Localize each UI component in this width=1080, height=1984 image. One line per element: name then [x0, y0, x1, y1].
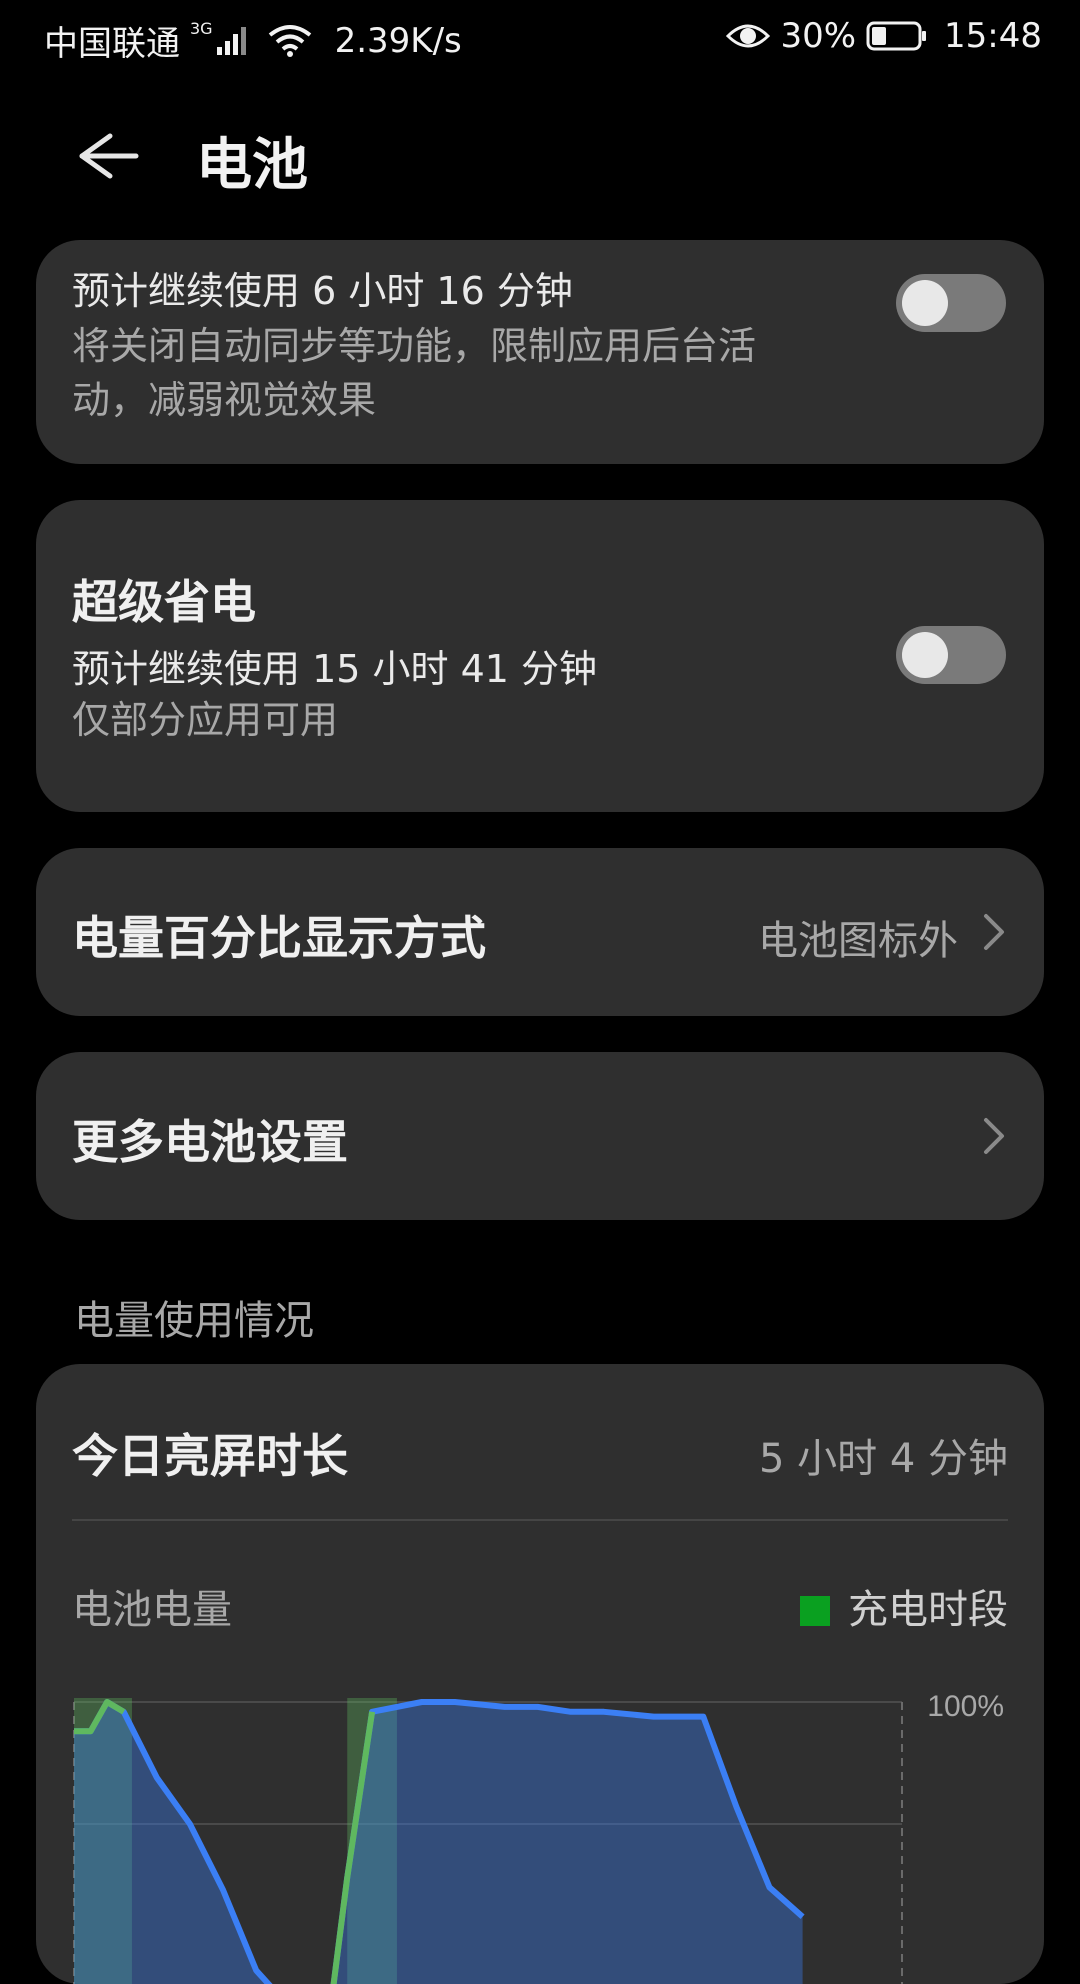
- power-saving-desc-line1: 将关闭自动同步等功能，限制应用后台活: [72, 324, 757, 368]
- power-saving-desc-line2: 动，减弱视觉效果: [72, 378, 377, 422]
- battery-icon: [866, 21, 927, 51]
- power-saving-card[interactable]: 预计继续使用 6 小时 16 分钟 将关闭自动同步等功能，限制应用后台活 动，减…: [36, 240, 1044, 464]
- status-bar: 中国联通 3G 2.39K/s 30% 15:48: [0, 0, 1080, 76]
- y-tick-100: 100%: [927, 1690, 1004, 1723]
- toggle-knob: [902, 280, 948, 326]
- more-battery-settings-row[interactable]: 更多电池设置: [36, 1052, 1044, 1220]
- signal-icon: [216, 26, 246, 55]
- super-saving-card[interactable]: 超级省电 预计继续使用 15 小时 41 分钟 仅部分应用可用: [36, 500, 1044, 812]
- percentage-display-value: 电池图标外: [758, 918, 958, 964]
- carrier-name: 中国联通: [44, 24, 180, 64]
- toggle-knob: [902, 632, 948, 678]
- page-title: 电池: [196, 133, 308, 198]
- status-right: 30% 15:48: [726, 16, 1042, 56]
- chevron-right-icon: [984, 914, 1004, 950]
- percentage-display-label: 电量百分比显示方式: [72, 911, 486, 965]
- power-saving-estimate: 预计继续使用 6 小时 16 分钟: [72, 269, 573, 313]
- percentage-display-row[interactable]: 电量百分比显示方式 电池图标外: [36, 848, 1044, 1016]
- chevron-right-icon: [984, 1118, 1004, 1154]
- clock: 15:48: [944, 16, 1042, 56]
- battery-percent: 30%: [780, 16, 857, 56]
- super-saving-toggle[interactable]: [896, 626, 1006, 684]
- more-settings-label: 更多电池设置: [72, 1115, 348, 1169]
- status-left: 中国联通 3G 2.39K/s: [44, 16, 462, 65]
- usage-card: 今日亮屏时长 5 小时 4 分钟 电池电量 充电时段 100%: [36, 1364, 1044, 1984]
- power-saving-toggle[interactable]: [896, 274, 1006, 332]
- usage-section-title: 电量使用情况: [74, 1298, 314, 1344]
- super-saving-desc: 仅部分应用可用: [72, 698, 339, 742]
- super-saving-estimate: 预计继续使用 15 小时 41 分钟: [72, 647, 598, 691]
- network-speed: 2.39K/s: [334, 20, 462, 61]
- app-header: 电池: [0, 96, 1080, 216]
- network-type: 3G: [190, 19, 213, 38]
- battery-chart: 100%: [73, 1690, 1004, 1984]
- super-saving-title: 超级省电: [72, 575, 256, 629]
- battery-area: [74, 1702, 803, 1984]
- eye-comfort-icon: [726, 24, 771, 48]
- wifi-icon: [268, 24, 311, 57]
- back-arrow-icon[interactable]: [70, 120, 142, 192]
